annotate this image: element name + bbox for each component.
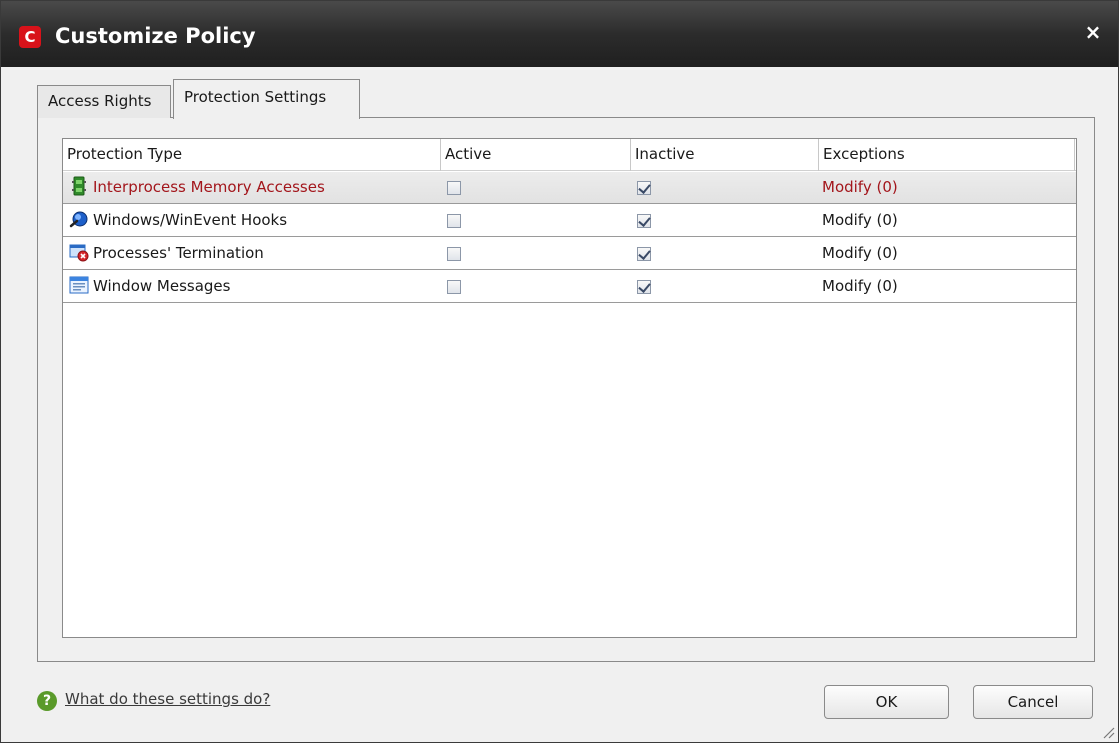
customize-policy-dialog: C Customize Policy × Access Rights Prote… xyxy=(0,0,1119,743)
dialog-title: Customize Policy xyxy=(55,24,256,48)
column-header-active[interactable]: Active xyxy=(441,139,631,171)
modify-exceptions-link[interactable]: Modify (0) xyxy=(822,172,1062,204)
column-header-protection-type[interactable]: Protection Type xyxy=(63,139,441,171)
inactive-checkbox[interactable] xyxy=(637,280,651,294)
table-row[interactable]: Interprocess Memory Accesses Modify (0) xyxy=(63,172,1076,204)
column-header-inactive[interactable]: Inactive xyxy=(631,139,819,171)
cancel-button[interactable]: Cancel xyxy=(973,685,1093,719)
protection-type-name: Processes' Termination xyxy=(93,244,264,262)
table-row[interactable]: Window Messages Modify (0) xyxy=(63,271,1076,303)
ok-button[interactable]: OK xyxy=(824,685,949,719)
column-header-exceptions[interactable]: Exceptions xyxy=(819,139,1075,171)
protection-type-name: Windows/WinEvent Hooks xyxy=(93,211,288,229)
process-terminate-icon xyxy=(69,244,89,262)
inactive-checkbox[interactable] xyxy=(637,247,651,261)
tab-protection-settings[interactable]: Protection Settings xyxy=(173,79,360,119)
active-checkbox[interactable] xyxy=(447,280,461,294)
table-row[interactable]: Processes' Termination Modify (0) xyxy=(63,238,1076,270)
inactive-checkbox[interactable] xyxy=(637,181,651,195)
help-link[interactable]: What do these settings do? xyxy=(65,690,270,708)
modify-exceptions-link[interactable]: Modify (0) xyxy=(822,238,1062,270)
table-header: Protection Type Active Inactive Exceptio… xyxy=(63,139,1076,171)
active-checkbox[interactable] xyxy=(447,247,461,261)
hook-globe-icon xyxy=(69,211,88,228)
tab-access-rights[interactable]: Access Rights xyxy=(37,85,171,118)
close-icon[interactable]: × xyxy=(1082,21,1104,43)
protection-type-name: Interprocess Memory Accesses xyxy=(93,178,325,196)
protection-table: Protection Type Active Inactive Exceptio… xyxy=(62,138,1077,638)
active-checkbox[interactable] xyxy=(447,214,461,228)
app-logo-icon: C xyxy=(19,26,41,48)
memory-chip-icon xyxy=(72,176,86,196)
resize-grip-icon[interactable] xyxy=(1101,725,1115,739)
protection-type-name: Window Messages xyxy=(93,277,231,295)
inactive-checkbox[interactable] xyxy=(637,214,651,228)
active-checkbox[interactable] xyxy=(447,181,461,195)
table-row[interactable]: Windows/WinEvent Hooks Modify (0) xyxy=(63,205,1076,237)
modify-exceptions-link[interactable]: Modify (0) xyxy=(822,205,1062,237)
help-icon[interactable]: ? xyxy=(37,691,57,711)
title-bar[interactable]: C Customize Policy × xyxy=(1,1,1118,67)
window-messages-icon xyxy=(69,276,89,294)
modify-exceptions-link[interactable]: Modify (0) xyxy=(822,271,1062,303)
